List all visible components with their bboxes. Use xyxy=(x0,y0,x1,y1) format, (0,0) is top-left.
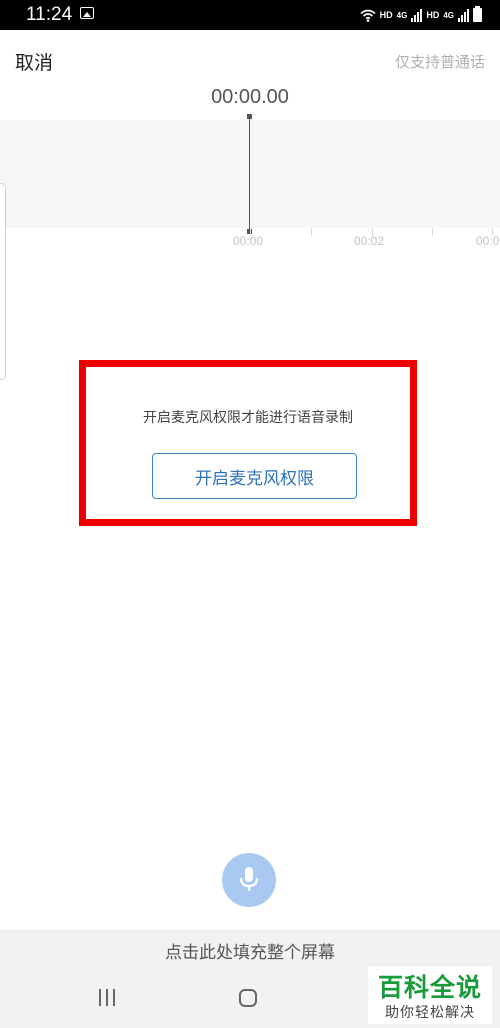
status-bar: 11:24 HD 4G HD 4G xyxy=(0,0,500,30)
wifi-icon xyxy=(360,9,376,22)
watermark-subtitle: 助你轻松解决 xyxy=(385,1005,475,1021)
playhead-top-handle xyxy=(247,114,252,119)
network-label-2: HD xyxy=(426,10,440,20)
home-icon[interactable] xyxy=(239,989,257,1007)
cancel-button[interactable]: 取消 xyxy=(15,48,53,75)
network-type-2: 4G xyxy=(443,10,454,20)
microphone-permission-prompt: 开启麦克风权限才能进行语音录制 开启麦克风权限 xyxy=(79,360,417,526)
signal-icon xyxy=(411,8,423,22)
network-label-1: HD xyxy=(379,10,393,20)
mandarin-only-notice: 仅支持普通话 xyxy=(394,53,485,71)
timeline-label: 00:0 xyxy=(476,234,500,248)
signal-icon xyxy=(458,8,469,22)
recent-apps-icon[interactable] xyxy=(99,989,115,1006)
timeline-tick xyxy=(311,228,312,236)
waveform-area xyxy=(0,120,500,228)
playhead-cursor[interactable] xyxy=(249,116,250,232)
microphone-icon xyxy=(239,867,259,891)
network-type-1: 4G xyxy=(396,10,408,20)
fill-screen-label: 点击此处填充整个屏幕 xyxy=(165,943,335,963)
status-time: 11:24 xyxy=(26,4,73,25)
permission-message: 开启麦克风权限才能进行语音录制 xyxy=(143,410,353,426)
status-icons: HD 4G HD 4G xyxy=(360,5,482,25)
side-drawer-handle[interactable] xyxy=(0,183,6,380)
recording-timer: 00:00.00 xyxy=(211,86,289,108)
timeline-label: 00:00 xyxy=(233,234,264,248)
battery-icon xyxy=(473,6,482,22)
image-notification-icon xyxy=(80,7,94,19)
fill-screen-bar[interactable]: 点击此处填充整个屏幕 xyxy=(0,930,500,970)
timeline-label: 00:02 xyxy=(354,234,385,248)
watermark-title: 百科全说 xyxy=(377,973,482,1002)
watermark-logo: 百科全说 助你轻松解决 xyxy=(368,966,492,1024)
timeline-tick xyxy=(432,228,433,236)
record-mic-button[interactable] xyxy=(222,853,276,907)
enable-microphone-button[interactable]: 开启麦克风权限 xyxy=(152,453,357,499)
